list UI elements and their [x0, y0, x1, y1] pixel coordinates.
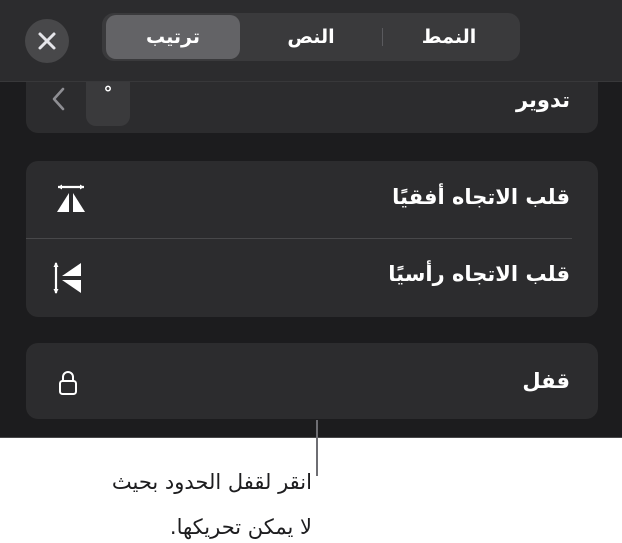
header-divider	[0, 81, 622, 82]
flip-row-divider	[26, 238, 572, 239]
panel-bottom-border	[0, 437, 622, 438]
callout-caption-line-1: انقر لقفل الحدود بحيث	[111, 470, 312, 494]
format-panel: ° تدوير قلب الاتجاه أفقيًا قلب الاتجاه ر…	[0, 0, 622, 438]
callout-caption: انقر لقفل الحدود بحيث لا يمكن تحريكها.	[112, 460, 312, 543]
tab-text[interactable]: النص	[240, 15, 382, 59]
chevron-left-icon[interactable]	[48, 82, 68, 116]
lock-label[interactable]: قفل	[522, 369, 570, 393]
tab-style[interactable]: النمط	[382, 15, 516, 59]
panel-header: ترتيب النص النمط	[0, 0, 622, 82]
close-button[interactable]	[25, 19, 69, 63]
flip-card: قلب الاتجاه أفقيًا قلب الاتجاه رأسيًا	[26, 161, 598, 317]
rotation-angle-value: °	[103, 82, 113, 104]
rotate-label: تدوير	[515, 88, 570, 112]
tab-arrange[interactable]: ترتيب	[106, 15, 240, 59]
callout-line	[316, 420, 318, 476]
flip-horizontal-label[interactable]: قلب الاتجاه أفقيًا	[392, 185, 570, 209]
flip-horizontal-icon[interactable]	[55, 184, 87, 216]
close-icon	[38, 32, 56, 50]
callout-caption-line-2: لا يمكن تحريكها.	[169, 515, 312, 539]
lock-icon	[58, 370, 78, 396]
flip-vertical-label[interactable]: قلب الاتجاه رأسيًا	[388, 262, 570, 286]
tab-bar: ترتيب النص النمط	[102, 13, 520, 61]
lock-card[interactable]: قفل	[26, 343, 598, 419]
flip-vertical-icon[interactable]	[53, 261, 83, 295]
